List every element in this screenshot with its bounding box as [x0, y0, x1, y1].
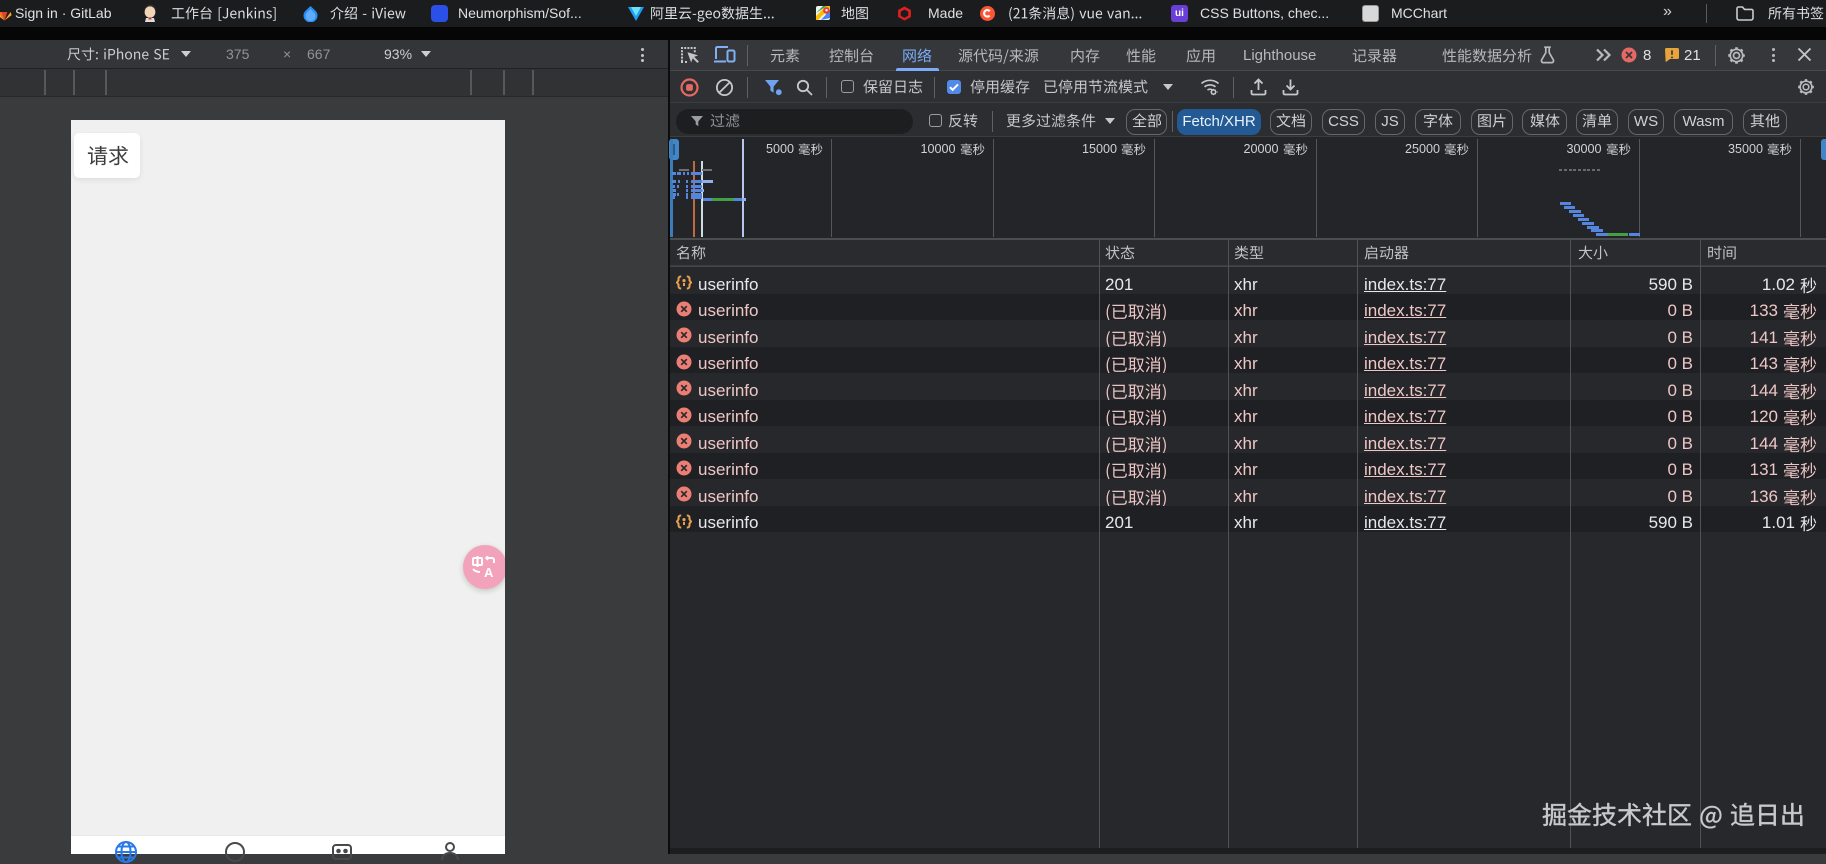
svg-text:A: A [484, 565, 494, 578]
